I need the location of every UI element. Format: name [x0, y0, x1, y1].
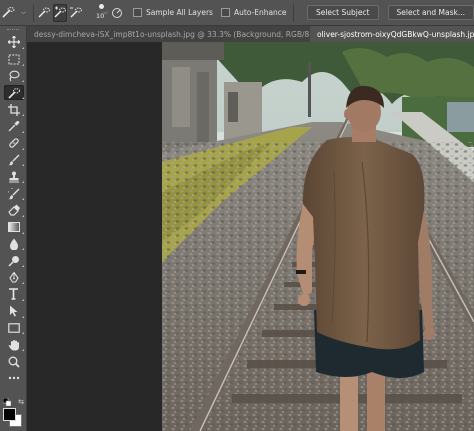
auto-enhance-label: Auto-Enhance [233, 8, 287, 17]
zoom-tool[interactable] [0, 353, 27, 370]
hand-icon [8, 339, 19, 351]
tab-dessy-dimcheva[interactable]: dessy-dimcheva-iSX_imp8t1o-unsplash.jpg … [27, 26, 310, 42]
dodge-icon [7, 255, 19, 267]
healing-brush-icon [8, 138, 19, 148]
brush-angle-button[interactable] [111, 4, 123, 22]
rectangle-icon [7, 323, 20, 333]
marquee-tool[interactable] [0, 51, 27, 68]
gradient-icon [7, 222, 20, 233]
brush-icon [8, 154, 19, 166]
blur-tool[interactable] [0, 236, 27, 253]
rectangle-tool[interactable] [0, 320, 27, 337]
angle-icon [111, 7, 122, 18]
edit-toolbar-button[interactable] [0, 370, 27, 387]
gradient-tool[interactable] [0, 219, 27, 236]
pen-icon [8, 271, 19, 283]
lasso-tool[interactable] [0, 68, 27, 85]
new-selection-button[interactable] [37, 4, 51, 22]
tab-label: oliver-sjostrom-oixyQdGBkwQ-unsplash.jpg… [317, 29, 474, 39]
type-icon [9, 288, 18, 301]
sample-all-layers-checkbox[interactable]: Sample All Layers [132, 8, 213, 17]
brush-preview-icon [98, 3, 104, 9]
lasso-icon [8, 70, 20, 82]
type-tool[interactable] [0, 286, 27, 303]
checkbox-box [132, 8, 142, 17]
healing-brush-tool[interactable] [0, 135, 27, 152]
subtract-selection-icon [69, 7, 82, 18]
more-icon [8, 377, 19, 380]
blur-icon [9, 238, 18, 250]
options-bar: ⌵ 10 ⌵ Sample All Layers Auto-Enhance Se… [0, 0, 474, 26]
history-brush-tool[interactable] [0, 185, 27, 202]
hand-tool[interactable] [0, 336, 27, 353]
crop-icon [7, 103, 20, 116]
tab-label: dessy-dimcheva-iSX_imp8t1o-unsplash.jpg … [34, 29, 310, 39]
select-subject-button[interactable]: Select Subject [306, 5, 379, 20]
brush-size-value: 10 [95, 11, 105, 20]
quick-selection-tool[interactable] [0, 84, 27, 101]
tool-preset-picker[interactable]: ⌵ [0, 0, 29, 26]
sample-all-layers-label: Sample All Layers [145, 8, 213, 17]
swap-colors-icon[interactable]: ⇆ [18, 398, 24, 406]
pasteboard [27, 42, 162, 431]
photo-railway-man [162, 42, 474, 431]
eraser-tool[interactable] [0, 202, 27, 219]
chevron-down-icon: ⌵ [21, 8, 26, 16]
dodge-tool[interactable] [0, 252, 27, 269]
document-tabs: dessy-dimcheva-iSX_imp8t1o-unsplash.jpg … [27, 26, 474, 42]
clone-stamp-icon [8, 171, 19, 183]
eraser-icon [7, 204, 20, 216]
marquee-icon [8, 54, 19, 65]
move-icon [7, 36, 20, 49]
color-swatches: ⇆ [0, 396, 27, 431]
auto-enhance-checkbox[interactable]: Auto-Enhance [220, 8, 287, 17]
brush-tool[interactable] [0, 152, 27, 169]
brush-size-picker[interactable]: 10 [91, 0, 104, 26]
path-selection-icon [9, 305, 17, 317]
add-to-selection-button[interactable] [52, 3, 67, 22]
select-and-mask-button[interactable]: Select and Mask... [387, 5, 474, 20]
zoom-icon [8, 356, 20, 368]
foreground-color-swatch[interactable] [3, 408, 16, 421]
clone-stamp-tool[interactable] [0, 168, 27, 185]
pen-tool[interactable] [0, 269, 27, 286]
quick-selection-icon [8, 87, 20, 99]
tab-oliver-sjostrom[interactable]: oliver-sjostrom-oixyQdGBkwQ-unsplash.jpg… [310, 26, 474, 42]
eyedropper-icon [8, 121, 19, 132]
default-colors-icon[interactable] [3, 398, 11, 406]
eyedropper-tool[interactable] [0, 118, 27, 135]
history-brush-icon [7, 187, 19, 199]
panel-grip[interactable] [0, 26, 26, 34]
document-canvas[interactable] [162, 42, 474, 431]
checkbox-box [220, 8, 230, 17]
tools-panel: ⇆ [0, 26, 27, 431]
move-tool[interactable] [0, 34, 27, 51]
subtract-from-selection-button[interactable] [69, 4, 83, 22]
crop-tool[interactable] [0, 101, 27, 118]
quick-selection-icon [2, 6, 15, 18]
add-selection-icon [54, 6, 66, 18]
path-selection-tool[interactable] [0, 303, 27, 320]
quick-selection-icon [38, 7, 50, 18]
